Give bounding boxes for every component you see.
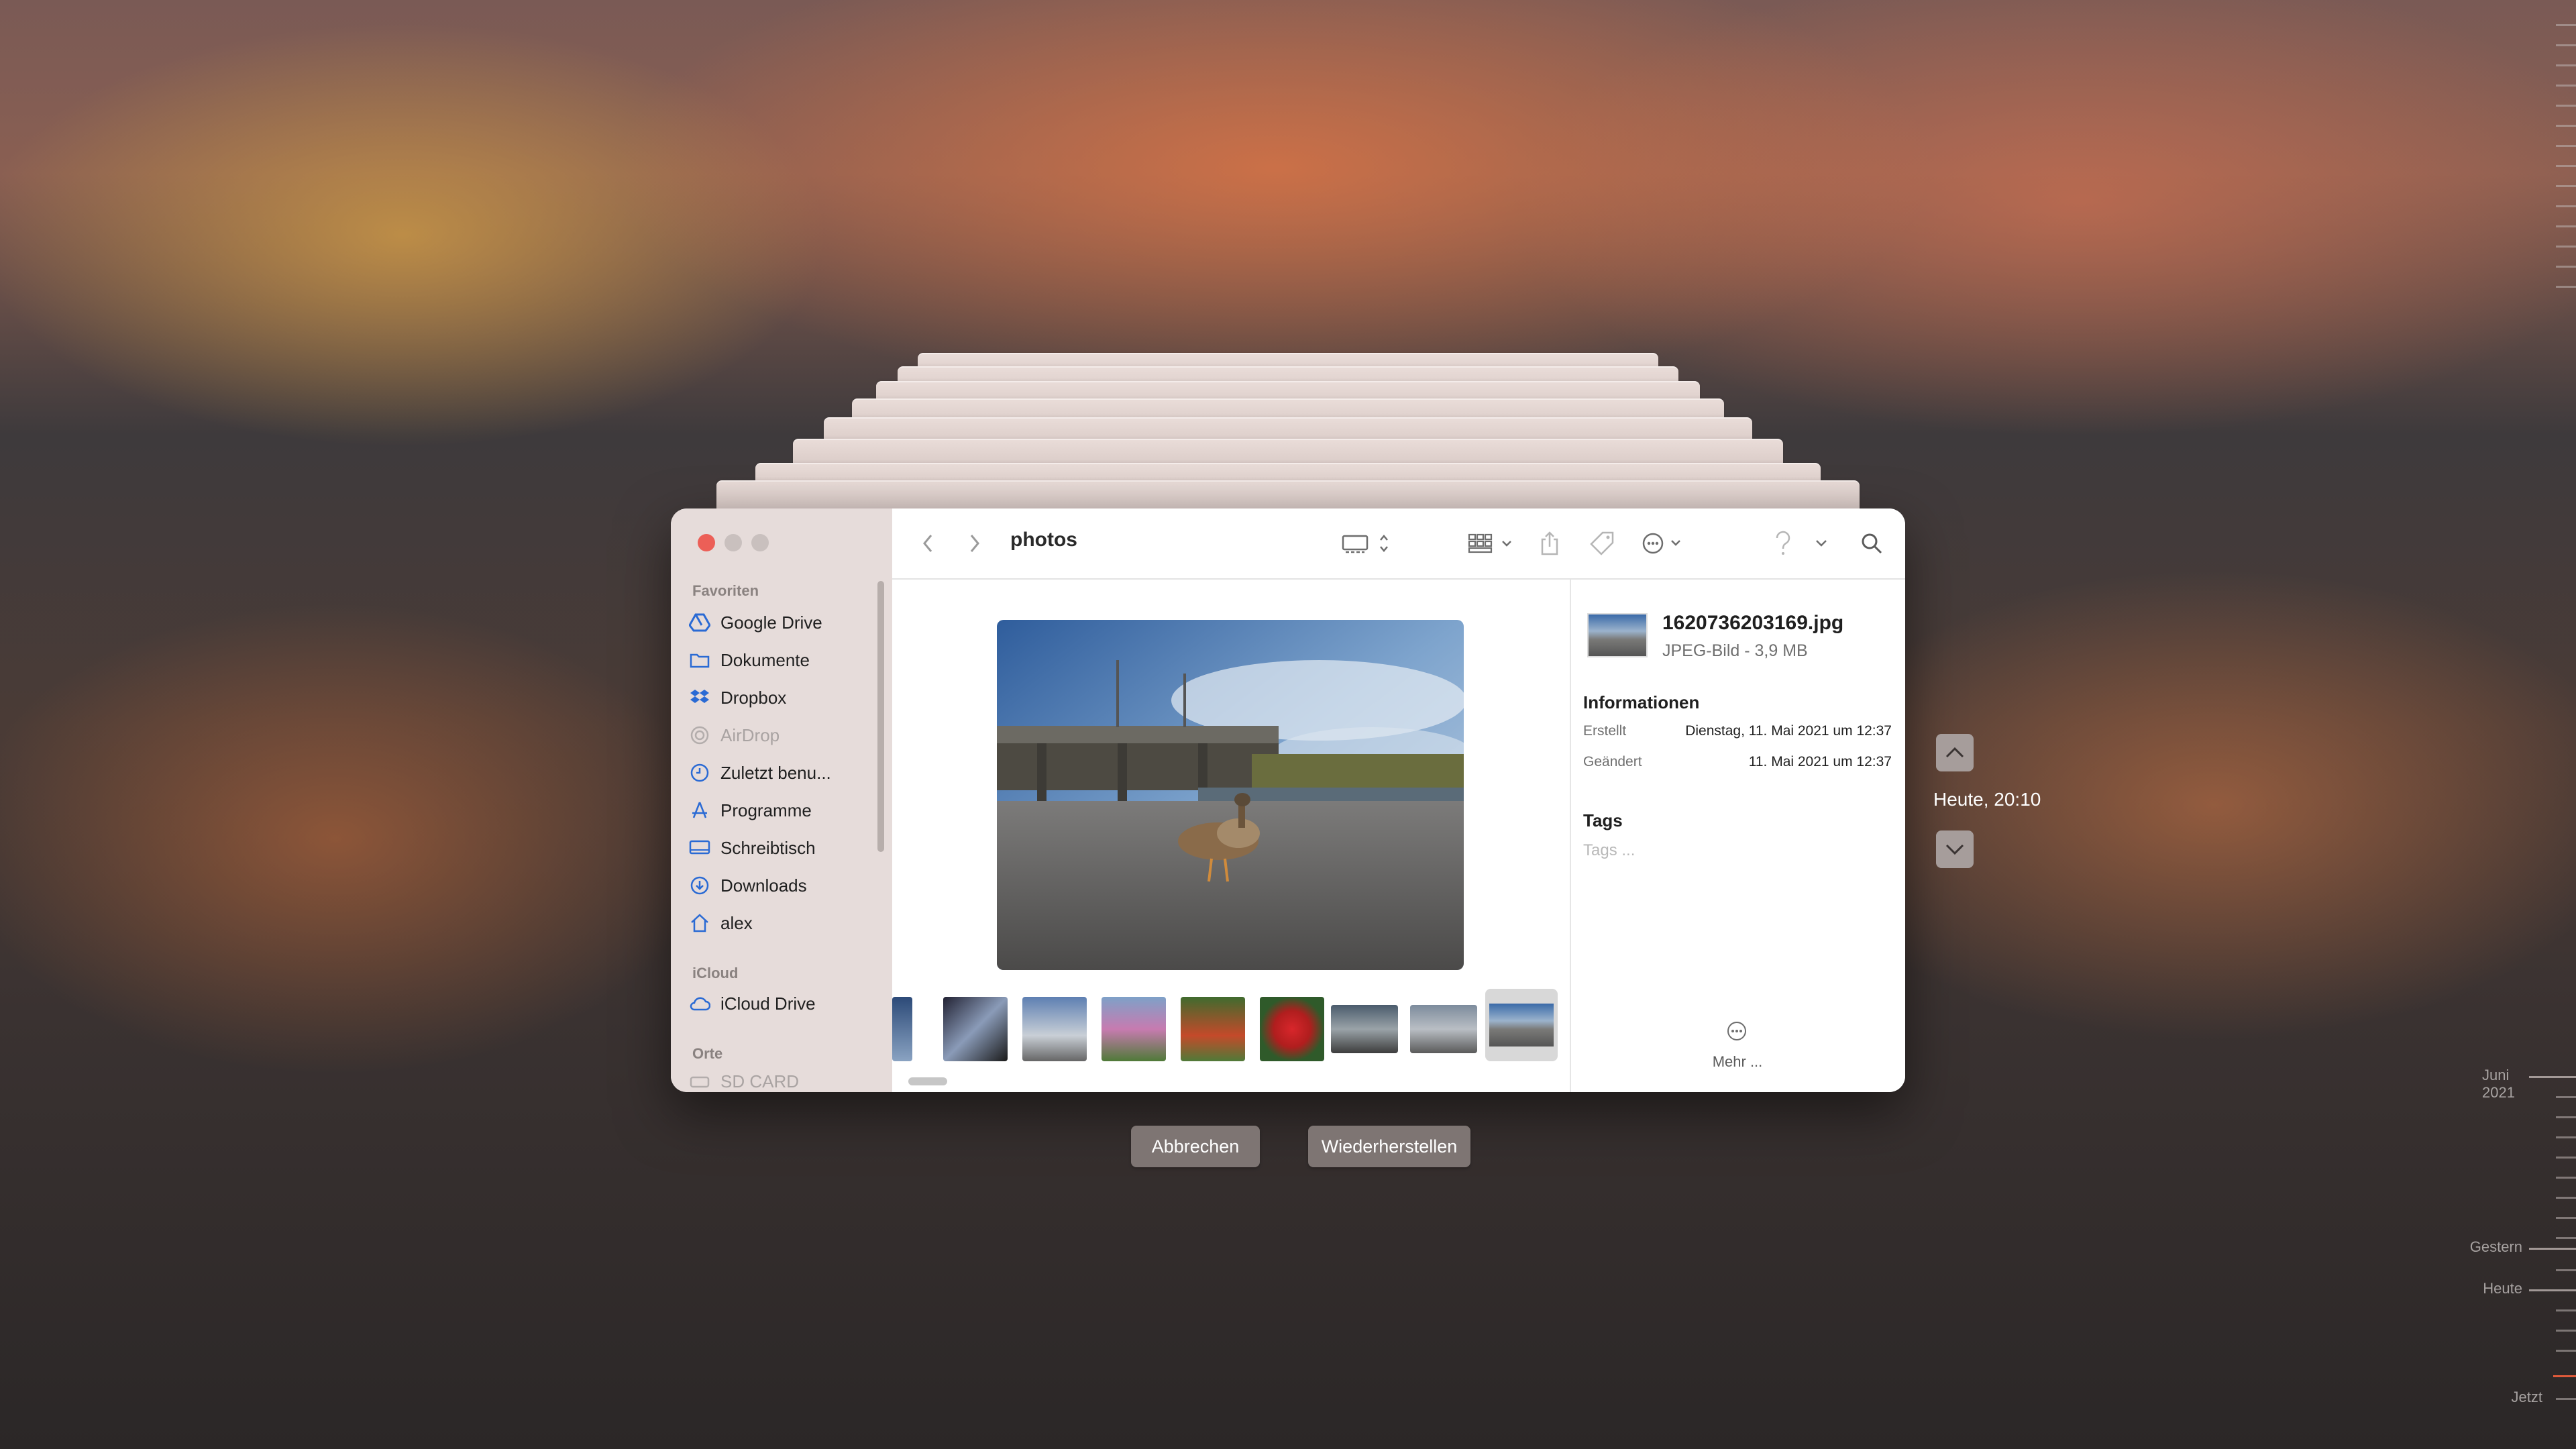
sidebar-item-airdrop[interactable]: AirDrop: [688, 719, 876, 751]
sidebar-item-label: Dropbox: [720, 687, 787, 708]
chevron-down-icon[interactable]: [1811, 530, 1831, 557]
sidebar-item-label: Dokumente: [720, 649, 810, 670]
close-button[interactable]: [698, 534, 715, 551]
search-icon[interactable]: [1858, 530, 1885, 557]
thumbnail-image: [1489, 1004, 1554, 1046]
created-value: Dienstag, 11. Mai 2021 um 12:37: [1685, 723, 1892, 739]
more-label[interactable]: Mehr ...: [1699, 1053, 1776, 1071]
sidebar-item-label: Downloads: [720, 875, 807, 896]
thumbnail[interactable]: [1331, 1005, 1398, 1053]
group-grid-icon[interactable]: [1468, 530, 1516, 557]
timeline-label-now: Jetzt: [2511, 1389, 2542, 1405]
sidebar-item-label: Zuletzt benu...: [720, 762, 831, 783]
info-heading: Informationen: [1583, 692, 1700, 712]
view-gallery-icon[interactable]: [1342, 530, 1395, 557]
finder-window: Favoriten Google Drive Dokumente Dropbox…: [671, 508, 1905, 1092]
sidebar-item-label: AirDrop: [720, 724, 780, 745]
timeline-current-marker: [2553, 1375, 2576, 1377]
drive-icon: [688, 1070, 711, 1092]
thumbnail[interactable]: [1022, 997, 1087, 1061]
cancel-button[interactable]: Abbrechen: [1131, 1126, 1260, 1167]
sidebar-item-dropbox[interactable]: Dropbox: [688, 682, 876, 714]
sidebar: Favoriten Google Drive Dokumente Dropbox…: [671, 508, 892, 1092]
sidebar-item-label: Schreibtisch: [720, 837, 816, 858]
selected-photo[interactable]: [997, 620, 1464, 970]
sidebar-item-google-drive[interactable]: Google Drive: [688, 606, 876, 639]
minimize-button[interactable]: [724, 534, 742, 551]
tags-input[interactable]: Tags ...: [1583, 841, 1635, 860]
file-name: 1620736203169.jpg: [1662, 612, 1844, 634]
thumbnail[interactable]: [1410, 1005, 1477, 1053]
file-thumbnail: [1587, 613, 1648, 657]
chevron-up-icon: [1945, 747, 1964, 758]
sidebar-item-dokumente[interactable]: Dokumente: [688, 644, 876, 676]
sidebar-item-label: iCloud Drive: [720, 993, 816, 1014]
timeline-label-today: Heute: [2483, 1280, 2522, 1297]
folder-icon: [688, 649, 711, 672]
info-panel: 1620736203169.jpg JPEG-Bild - 3,9 MB Inf…: [1571, 580, 1905, 1092]
tag-icon[interactable]: [1587, 530, 1617, 557]
timeline-major-tick: [2529, 1289, 2576, 1291]
stacked-window: [716, 480, 1860, 508]
back-chevron-icon[interactable]: [918, 530, 938, 557]
nav-down-button[interactable]: [1936, 830, 1974, 868]
cloud-icon: [688, 992, 711, 1015]
sidebar-item-alex[interactable]: alex: [688, 907, 876, 939]
sidebar-item-programme[interactable]: Programme: [688, 794, 876, 826]
timeline-label-june: Juni 2021: [2482, 1067, 2515, 1101]
toolbar: photos: [892, 508, 1905, 580]
home-icon: [688, 912, 711, 934]
desktop-icon: [688, 837, 711, 859]
restore-button[interactable]: Wiederherstellen: [1308, 1126, 1470, 1167]
thumbnail[interactable]: [1181, 997, 1245, 1061]
google-drive-icon: [688, 611, 711, 634]
more-icon[interactable]: [1725, 1020, 1748, 1042]
timeline-major-tick: [2529, 1248, 2576, 1250]
sidebar-item-schreibtisch[interactable]: Schreibtisch: [688, 832, 876, 864]
timeline-major-tick: [2529, 1076, 2576, 1078]
sidebar-item-recents[interactable]: Zuletzt benu...: [688, 757, 876, 789]
sidebar-item-label: Google Drive: [720, 612, 822, 633]
share-icon[interactable]: [1536, 530, 1563, 557]
timeline[interactable]: Juni 2021 Gestern Heute Jetzt: [2470, 0, 2576, 1449]
created-label: Erstellt: [1583, 723, 1627, 739]
timeline-label-yesterday: Gestern: [2469, 1238, 2522, 1255]
tags-heading: Tags: [1583, 810, 1623, 830]
sidebar-section-places: Orte: [692, 1045, 723, 1062]
gallery-preview: [892, 580, 1570, 1092]
help-icon[interactable]: [1771, 530, 1795, 557]
clock-icon: [688, 761, 711, 784]
sidebar-section-icloud: iCloud: [692, 965, 739, 981]
sidebar-item-label: Programme: [720, 800, 812, 820]
sidebar-item-label: SD CARD: [720, 1071, 800, 1091]
sidebar-section-favorites: Favoriten: [692, 582, 759, 599]
dropbox-icon: [688, 686, 711, 709]
nav-up-button[interactable]: [1936, 734, 1974, 771]
zoom-button[interactable]: [751, 534, 769, 551]
thumbnail-strip: [892, 989, 1570, 1063]
window-title: photos: [1010, 529, 1077, 551]
thumbnail[interactable]: [1260, 997, 1324, 1061]
horizontal-scrollbar[interactable]: [908, 1077, 947, 1085]
thumbnail[interactable]: [892, 997, 912, 1061]
modified-value: 11. Mai 2021 um 12:37: [1748, 754, 1892, 769]
apps-icon: [688, 799, 711, 822]
sidebar-item-sd-card[interactable]: SD CARD: [688, 1065, 876, 1092]
file-type: JPEG-Bild - 3,9 MB: [1662, 641, 1808, 660]
modified-label: Geändert: [1583, 754, 1642, 769]
thumbnail-selected[interactable]: [1485, 989, 1558, 1061]
sidebar-scrollbar[interactable]: [877, 581, 884, 852]
download-icon: [688, 874, 711, 897]
sidebar-item-icloud-drive[interactable]: iCloud Drive: [688, 987, 876, 1020]
thumbnail[interactable]: [1102, 997, 1166, 1061]
sidebar-item-label: alex: [720, 912, 753, 933]
sidebar-item-downloads[interactable]: Downloads: [688, 869, 876, 902]
current-snapshot-label: Heute, 20:10: [1933, 789, 2041, 810]
thumbnail[interactable]: [943, 997, 1008, 1061]
more-actions-icon[interactable]: [1641, 530, 1689, 557]
forward-chevron-icon[interactable]: [965, 530, 985, 557]
airdrop-icon: [688, 724, 711, 747]
chevron-down-icon: [1945, 844, 1964, 855]
